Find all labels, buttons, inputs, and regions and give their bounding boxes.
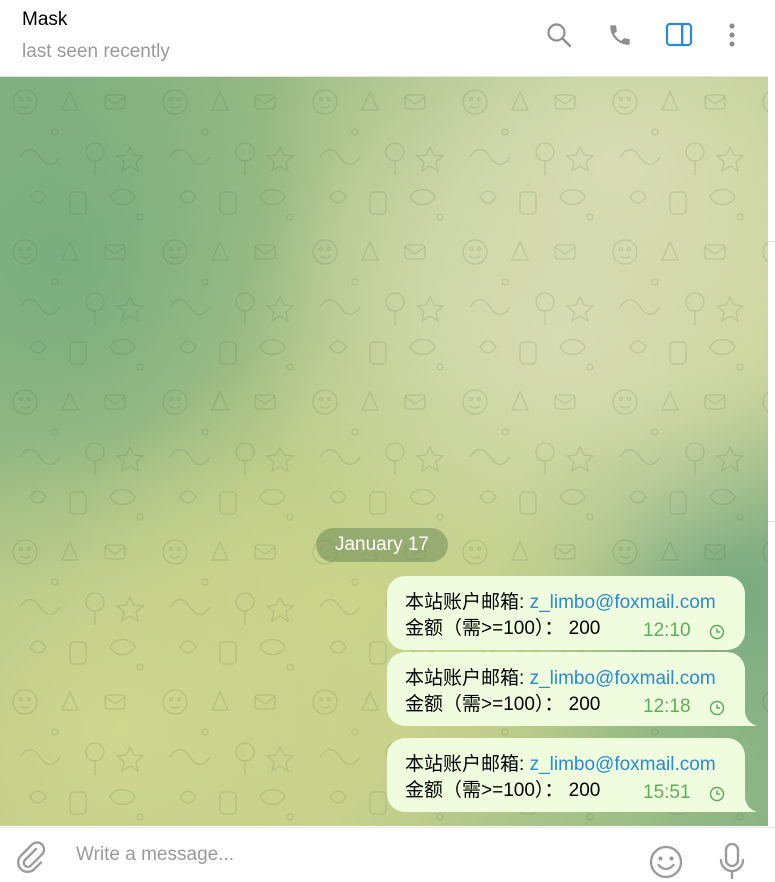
call-button[interactable] (603, 18, 637, 52)
email-label: 本站账户邮箱: (405, 754, 530, 775)
email-label: 本站账户邮箱: (405, 592, 530, 613)
email-label: 本站账户邮箱: (405, 668, 530, 689)
message-amount: 金额（需>=100）： 200 (405, 780, 601, 801)
message-amount: 金额（需>=100）： 200 (405, 618, 601, 639)
message-amount: 金额（需>=100）： 200 (405, 694, 601, 715)
email-link[interactable]: z_limbo@foxmail.com (530, 754, 716, 775)
message-text-line: 本站账户邮箱: z_limbo@foxmail.com (405, 587, 716, 614)
more-button[interactable] (715, 18, 749, 52)
message-input[interactable] (66, 840, 626, 870)
message-bubble[interactable]: 本站账户邮箱: z_limbo@foxmail.com 金额（需>=100）： … (387, 738, 757, 812)
message-composer (0, 827, 775, 880)
bubble-tail (745, 798, 757, 812)
search-icon (547, 23, 572, 48)
scroll-marker (769, 521, 775, 522)
phone-icon (610, 25, 630, 45)
scrollbar-track[interactable] (768, 77, 775, 826)
scroll-marker (769, 241, 775, 242)
chat-header: Mask last seen recently (0, 0, 768, 77)
paperclip-icon[interactable] (14, 840, 48, 874)
date-separator: January 17 (316, 528, 448, 562)
message-time: 15:51 (643, 782, 691, 803)
clock-icon (709, 624, 725, 640)
message-time: 12:10 (643, 620, 691, 641)
emoji-icon[interactable] (648, 844, 684, 880)
email-link[interactable]: z_limbo@foxmail.com (530, 668, 716, 689)
chat-history[interactable]: January 17 本站账户邮箱: z_limbo@foxmail.com 金… (0, 77, 768, 826)
message-text-line: 本站账户邮箱: z_limbo@foxmail.com (405, 749, 716, 776)
clock-icon (709, 786, 725, 802)
chat-title[interactable]: Mask (22, 9, 67, 31)
search-button[interactable] (542, 18, 576, 52)
toggle-sidebar-button[interactable] (662, 18, 696, 52)
microphone-icon[interactable] (718, 842, 746, 882)
message-time: 12:18 (643, 696, 691, 717)
email-link[interactable]: z_limbo@foxmail.com (530, 592, 716, 613)
message-text-line: 本站账户邮箱: z_limbo@foxmail.com (405, 663, 716, 690)
chat-status: last seen recently (22, 41, 170, 62)
more-vertical-icon (729, 23, 735, 47)
message-bubble[interactable]: 本站账户邮箱: z_limbo@foxmail.com 金额（需>=100）： … (387, 652, 757, 726)
clock-icon (709, 700, 725, 716)
sidebar-toggle-icon (665, 22, 693, 47)
message-bubble[interactable]: 本站账户邮箱: z_limbo@foxmail.com 金额（需>=100）： … (387, 576, 745, 650)
bubble-tail (745, 712, 757, 726)
